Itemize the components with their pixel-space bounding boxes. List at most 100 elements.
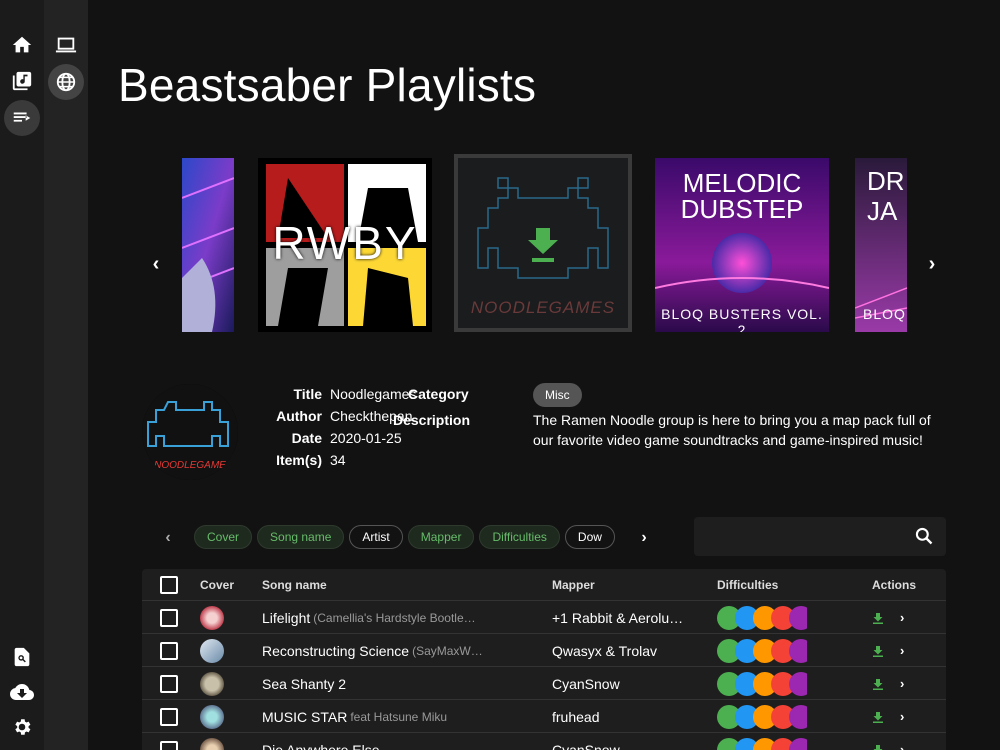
download-icon[interactable] — [872, 612, 884, 624]
song-name: Sea Shanty 2 — [262, 675, 347, 692]
globe-icon — [56, 72, 76, 92]
difficulty-dots — [717, 601, 807, 634]
difficulty-dots — [717, 700, 807, 733]
search-icon[interactable] — [914, 526, 934, 546]
playlist-icon — [13, 112, 31, 122]
chevron-right-icon[interactable]: › — [900, 676, 904, 691]
playlist-cover[interactable]: RWBY — [258, 158, 432, 332]
search-input[interactable] — [704, 525, 904, 547]
chevron-right-icon[interactable]: › — [900, 610, 904, 625]
chip-difficulties[interactable]: Difficulties — [479, 525, 560, 549]
playlist-cover[interactable]: DR JA BLOQ — [855, 158, 907, 332]
playlist-cover-selected[interactable]: NOODLEGAMES — [458, 158, 628, 328]
playlist-cover[interactable] — [182, 158, 234, 332]
sidebar-item-library[interactable] — [4, 63, 40, 99]
library-icon — [12, 71, 32, 91]
secondary-sidebar — [44, 0, 88, 750]
meta-label: Author — [276, 408, 322, 424]
chip-mapper[interactable]: Mapper — [407, 525, 475, 549]
meta-label: Item(s) — [276, 452, 322, 468]
carousel-next-button[interactable]: › — [920, 250, 944, 278]
mapper-name: +1 Rabbit & Aerolu… — [552, 609, 684, 626]
sidebar-item-playlists[interactable] — [4, 100, 40, 136]
sub-item-local[interactable] — [48, 27, 84, 63]
cover-subtitle: BLOQ — [863, 306, 906, 322]
primary-sidebar — [0, 0, 44, 750]
avatar-text: NOODLEGAME — [154, 460, 226, 471]
description-text: The Ramen Noodle group is here to bring … — [533, 412, 931, 448]
header-cover[interactable]: Cover — [200, 569, 234, 600]
sidebar-item-home[interactable] — [4, 27, 40, 63]
table-row[interactable]: MUSIC STAR feat Hatsune Miku fruhead › — [142, 699, 946, 732]
description-label: Description — [393, 412, 471, 428]
table-row[interactable]: Reconstructing Science (SayMaxW… Qwasyx &… — [142, 633, 946, 666]
table-row[interactable]: Sea Shanty 2 CyanSnow › — [142, 666, 946, 699]
sidebar-item-downloads[interactable] — [4, 674, 40, 710]
chevron-right-icon[interactable]: › — [900, 643, 904, 658]
chips-prev-button[interactable]: ‹ — [158, 526, 178, 550]
chevron-left-icon: ‹ — [165, 529, 171, 546]
song-name: Lifelight — [262, 609, 311, 626]
header-song-name[interactable]: Song name — [262, 569, 327, 600]
song-cover — [200, 605, 224, 630]
row-checkbox[interactable] — [160, 674, 178, 693]
main-content: Beastsaber Playlists ‹ RWBY NOODLEGAMES … — [88, 0, 1000, 750]
download-icon[interactable] — [872, 744, 884, 750]
category-label: Category — [408, 386, 469, 402]
song-subname: (Camellia's Hardstyle Bootle… — [313, 610, 476, 625]
meta-author-row: Author Checkthepan — [238, 408, 412, 424]
download-icon[interactable] — [872, 711, 884, 723]
cover-title: RWBY — [272, 217, 418, 269]
header-mapper[interactable]: Mapper — [552, 569, 595, 600]
meta-items-row: Item(s) 34 — [238, 452, 345, 468]
search-file-icon — [14, 647, 30, 667]
download-icon[interactable] — [872, 678, 884, 690]
table-row[interactable]: Die Anywhere Else CyanSnow › — [142, 732, 946, 750]
playlist-cover[interactable]: MELODIC DUBSTEP BLOQ BUSTERS VOL. 2 — [655, 158, 829, 332]
column-chips: Cover Song name Artist Mapper Difficulties Do… — [194, 525, 618, 549]
song-cover — [200, 737, 224, 750]
mapper-name: fruhead — [552, 708, 600, 725]
cover-subtitle: BLOQ BUSTERS VOL. 2 — [661, 306, 823, 332]
download-icon[interactable] — [872, 645, 884, 657]
difficulty-expert-plus — [789, 704, 807, 729]
chip-artist[interactable]: Artist — [349, 525, 403, 549]
chip-song-name[interactable]: Song name — [257, 525, 345, 549]
mapper-name: Qwasyx & Trolav — [552, 642, 658, 659]
meta-label: Title — [293, 386, 322, 402]
category-chip[interactable]: Misc — [533, 383, 582, 407]
sidebar-item-settings[interactable] — [4, 709, 40, 745]
row-checkbox[interactable] — [160, 740, 178, 750]
chevron-right-icon[interactable]: › — [900, 742, 904, 750]
difficulty-expert-plus — [789, 737, 807, 750]
row-checkbox[interactable] — [160, 707, 178, 726]
song-subname: (SayMaxW… — [412, 643, 483, 658]
chip-cover[interactable]: Cover — [194, 525, 253, 549]
chip-downloads[interactable]: Dow — [564, 525, 615, 549]
song-name: Reconstructing Science — [262, 642, 410, 659]
song-name: MUSIC STAR — [262, 708, 348, 725]
chips-next-button[interactable]: › — [634, 526, 654, 550]
app-window: — □ ✕ Beastsaber Play — [0, 0, 1000, 750]
cover-art-partial — [182, 158, 234, 332]
row-checkbox[interactable] — [160, 641, 178, 660]
chevron-right-icon[interactable]: › — [900, 709, 904, 724]
select-all-cell — [160, 569, 178, 600]
search-box — [694, 517, 946, 556]
select-all-checkbox[interactable] — [160, 575, 178, 594]
row-checkbox[interactable] — [160, 608, 178, 627]
cover-title: NOODLEGAMES — [470, 298, 616, 317]
carousel-prev-button[interactable]: ‹ — [144, 250, 168, 278]
home-icon — [12, 36, 32, 53]
playlist-avatar: NOODLEGAME — [142, 384, 238, 480]
difficulty-dots — [717, 634, 807, 667]
meta-value: Noodlegames — [330, 386, 417, 402]
song-cover — [200, 704, 224, 729]
cover-title: DR JA — [867, 166, 905, 226]
meta-value: 2020-01-25 — [330, 430, 402, 446]
sub-item-online[interactable] — [48, 64, 84, 100]
song-cover — [200, 671, 224, 696]
header-difficulties[interactable]: Difficulties — [717, 569, 778, 600]
sidebar-item-search-files[interactable] — [4, 639, 40, 675]
table-row[interactable]: Lifelight (Camellia's Hardstyle Bootle… +… — [142, 600, 946, 633]
